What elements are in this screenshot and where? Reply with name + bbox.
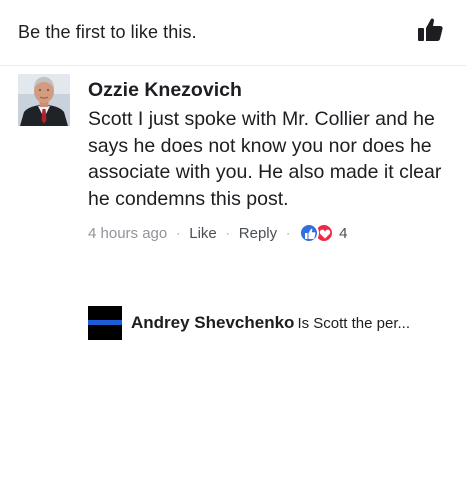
reply-avatar[interactable]	[88, 306, 122, 340]
comment-actions: 4 hours ago · Like · Reply · 4	[88, 223, 458, 243]
thumbs-up-icon	[418, 18, 443, 41]
profile-photo-icon	[18, 74, 70, 126]
like-button[interactable]	[416, 16, 444, 44]
comment-body: Ozzie Knezovich Scott I just spoke with …	[88, 78, 458, 243]
reactions-summary[interactable]: 4	[299, 223, 347, 243]
comment-text: Scott I just spoke with Mr. Collier and …	[88, 108, 442, 210]
comment-timestamp[interactable]: 4 hours ago	[88, 225, 167, 242]
like-reaction-icon	[299, 223, 320, 243]
thin-blue-line-icon	[88, 320, 122, 325]
comment-author[interactable]: Ozzie Knezovich	[88, 78, 458, 102]
reply-author[interactable]: Andrey Shevchenko	[131, 313, 294, 332]
separator-dot: ·	[225, 226, 230, 240]
comments-page: Be the first to like this. Ozzie Knezovi…	[0, 0, 466, 482]
like-summary-text: Be the first to like this.	[18, 22, 197, 42]
reaction-count: 4	[339, 224, 348, 242]
reply-snippet: Is Scott the per...	[297, 315, 411, 332]
separator-dot: ·	[176, 226, 181, 240]
like-link[interactable]: Like	[189, 225, 217, 242]
reply-link[interactable]: Reply	[239, 225, 277, 242]
avatar[interactable]	[18, 74, 70, 126]
separator-dot: ·	[286, 226, 291, 240]
reply-text: Andrey Shevchenko Is Scott the per...	[131, 313, 410, 333]
reply-preview[interactable]: Andrey Shevchenko Is Scott the per...	[88, 306, 458, 340]
like-summary-bar: Be the first to like this.	[0, 0, 466, 66]
